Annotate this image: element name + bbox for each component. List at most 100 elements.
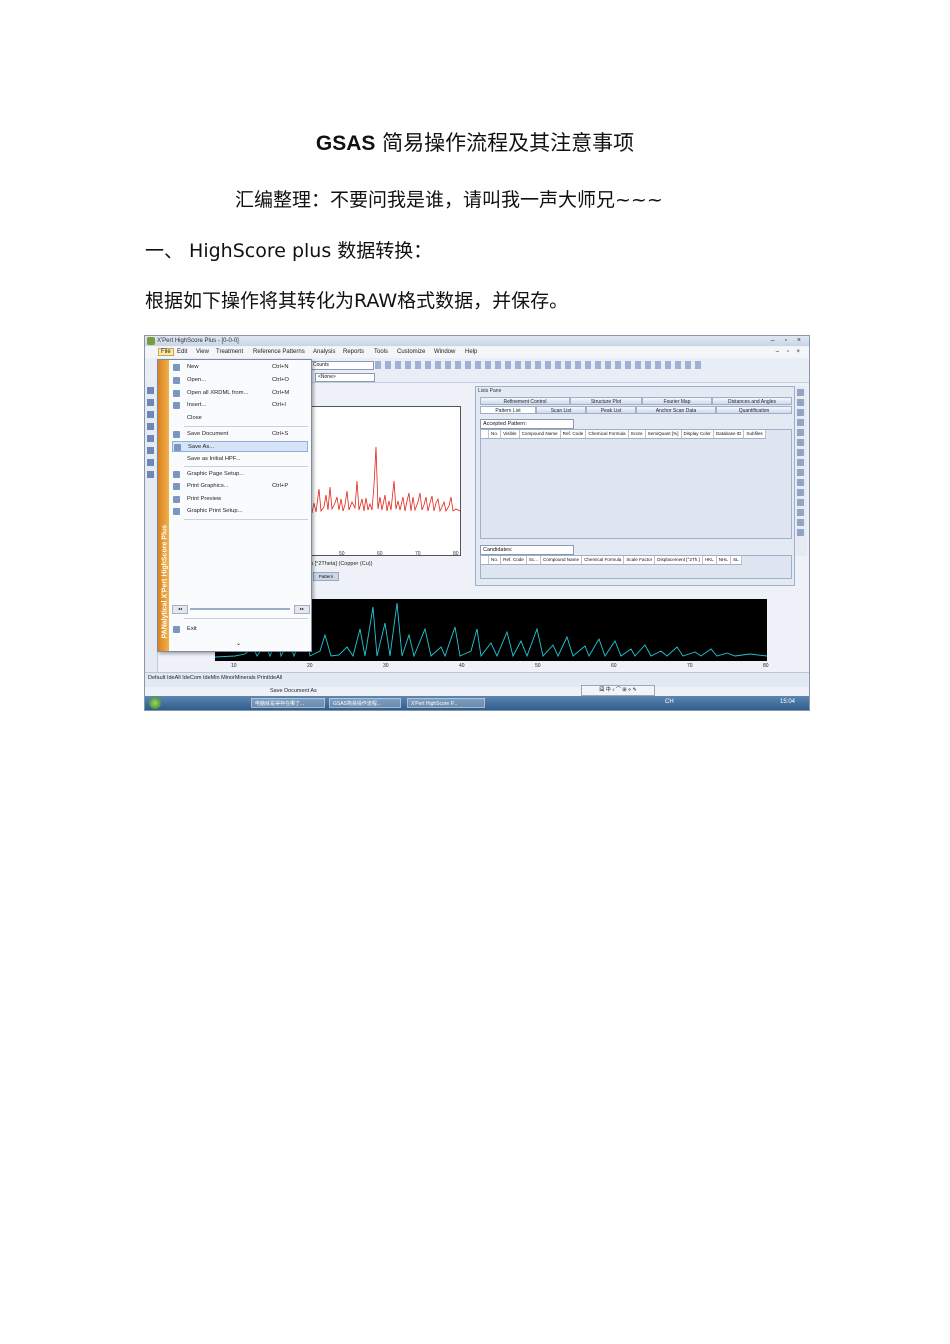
tab-refinement-control[interactable]: Refinement Control (480, 397, 570, 405)
menu-item-save-initial-hpf[interactable]: Save as Initial HPF... (172, 454, 308, 465)
column-header[interactable]: Database ID (714, 430, 745, 438)
document-title: GSAS 简易操作流程及其注意事项 (315, 131, 635, 155)
column-header[interactable]: Ref. Code (501, 556, 527, 564)
column-header[interactable]: Ref. Code (561, 430, 587, 438)
tool-icon[interactable] (797, 389, 804, 396)
tool-icon[interactable] (797, 509, 804, 516)
menu-edit[interactable]: Edit (177, 349, 187, 355)
menu-window[interactable]: Window (434, 349, 455, 355)
tool-icon[interactable] (797, 459, 804, 466)
tool-icon[interactable] (797, 429, 804, 436)
column-header[interactable]: SemiQuant [%] (646, 430, 682, 438)
tab-fourier-map[interactable]: Fourier Map (642, 397, 712, 405)
tool-icon[interactable] (797, 419, 804, 426)
column-header[interactable]: Chemical Formula (586, 430, 629, 438)
column-header[interactable]: Display Color (682, 430, 714, 438)
column-header[interactable]: Sc... (527, 556, 542, 564)
start-button-icon[interactable] (149, 697, 161, 709)
menu-item-open[interactable]: Open... Ctrl+O (172, 375, 308, 386)
tab-structure-plot[interactable]: Structure Plot (570, 397, 642, 405)
tick-label: 70 (687, 663, 693, 669)
tool-icon[interactable] (797, 529, 804, 536)
menu-item-open-all-xrdml[interactable]: Open all XRDML from... Ctrl+M (172, 388, 308, 399)
tool-icon[interactable] (147, 459, 154, 466)
tool-icon[interactable] (147, 387, 154, 394)
menu-item-save-as[interactable]: Save As... (172, 441, 308, 452)
menu-file[interactable]: File (158, 348, 174, 356)
expand-menu-chevron-icon[interactable]: ⌄ (236, 640, 241, 647)
tool-icon[interactable] (147, 471, 154, 478)
menu-item-print-preview[interactable]: Print Preview (172, 494, 308, 505)
taskbar-button[interactable]: X'Pert HighScore P... (407, 698, 485, 708)
column-header[interactable]: NHL (717, 556, 731, 564)
tool-icon[interactable] (147, 411, 154, 418)
column-header[interactable]: HKL (703, 556, 717, 564)
column-header[interactable]: Subfiles (744, 430, 766, 438)
accepted-pattern-table[interactable]: No. Visible Compound Name Ref. Code Chem… (480, 429, 792, 539)
tab-quantification[interactable]: Quantification (716, 406, 792, 414)
status-toolbar-items[interactable]: Default IdeAll IdeCom IdeMin MinorMinera… (148, 675, 282, 681)
pattern-tab[interactable]: Pattern (313, 572, 339, 581)
pattern-select[interactable]: <None> (315, 373, 375, 382)
tray-language[interactable]: CH (665, 699, 674, 705)
tab-distances-angles[interactable]: Distances and Angles (712, 397, 792, 405)
menu-item-close[interactable]: Close (172, 413, 308, 424)
window-controls[interactable]: – ▫ × (771, 337, 805, 344)
ime-toolbar[interactable]: 囧 中 ♪ ⌒ ⊞ ⋄ ✎ (581, 685, 655, 696)
candidates-table[interactable]: No. Ref. Code Sc... Compound Name Chemic… (480, 555, 792, 579)
menu-reports[interactable]: Reports (343, 349, 364, 355)
column-header[interactable]: Scale Factor (624, 556, 656, 564)
menu-help[interactable]: Help (465, 349, 477, 355)
taskbar-button[interactable]: GSAS简易操作流程... (329, 698, 401, 708)
menu-tools[interactable]: Tools (374, 349, 388, 355)
menu-item-graphic-page-setup[interactable]: Graphic Page Setup... (172, 469, 308, 480)
tool-icon[interactable] (147, 435, 154, 442)
menu-item-exit[interactable]: Exit (172, 624, 308, 635)
menu-item-graphic-print-setup[interactable]: Graphic Print Setup... (172, 506, 308, 517)
menu-customize[interactable]: Customize (397, 349, 425, 355)
column-header[interactable]: Compound Name (541, 556, 583, 564)
lists-pane-title: Lists Pane (478, 388, 502, 394)
tab-scan-list[interactable]: Scan List (536, 406, 586, 414)
column-header[interactable]: Chemical Formula (582, 556, 625, 564)
tool-icon[interactable] (797, 489, 804, 496)
column-header[interactable]: Visible (501, 430, 520, 438)
tab-anchor-scan-data[interactable]: Anchor Scan Data (636, 406, 716, 414)
menu-analysis[interactable]: Analysis (313, 349, 335, 355)
tool-icon[interactable] (797, 409, 804, 416)
tool-icon[interactable] (797, 499, 804, 506)
menu-item-save-document[interactable]: Save Document Ctrl+S (172, 429, 308, 440)
column-header[interactable]: Compound Name (520, 430, 561, 438)
column-header[interactable]: No. (489, 430, 502, 438)
menu-item-insert[interactable]: Insert... Ctrl+I (172, 400, 308, 411)
preview-icon (173, 496, 180, 503)
column-header[interactable]: Displacement [°2Th.] (655, 556, 703, 564)
tick-label: 60 (377, 551, 383, 557)
tool-icon[interactable] (147, 399, 154, 406)
upper-trace-line (307, 446, 461, 516)
column-header[interactable]: SL (731, 556, 742, 564)
tool-icon[interactable] (797, 469, 804, 476)
column-header[interactable]: No. (489, 556, 502, 564)
recent-files-slider[interactable]: ◂◂ ▸▸ (172, 605, 310, 614)
mdi-controls[interactable]: – ▫ × (776, 349, 803, 355)
tool-icon[interactable] (797, 519, 804, 526)
tab-pattern-list[interactable]: Pattern List (480, 406, 536, 414)
column-header[interactable]: Score (629, 430, 646, 438)
tool-icon[interactable] (797, 439, 804, 446)
menu-view[interactable]: View (196, 349, 209, 355)
menu-item-print-graphics[interactable]: Print Graphics... Ctrl+P (172, 481, 308, 492)
counts-select[interactable]: Counts (310, 361, 374, 370)
menu-item-new[interactable]: New Ctrl+N (172, 362, 308, 373)
tool-icon[interactable] (797, 449, 804, 456)
toolbar-icons[interactable] (375, 361, 705, 369)
upper-scan-plot[interactable] (307, 406, 461, 556)
tab-peak-list[interactable]: Peak List (586, 406, 636, 414)
tool-icon[interactable] (147, 447, 154, 454)
menu-treatment[interactable]: Treatment (216, 349, 243, 355)
menu-reference-patterns[interactable]: Reference Patterns (253, 349, 305, 355)
tool-icon[interactable] (797, 399, 804, 406)
taskbar-button[interactable]: 电脑就是得存在哪了... (251, 698, 325, 708)
tool-icon[interactable] (147, 423, 154, 430)
tool-icon[interactable] (797, 479, 804, 486)
